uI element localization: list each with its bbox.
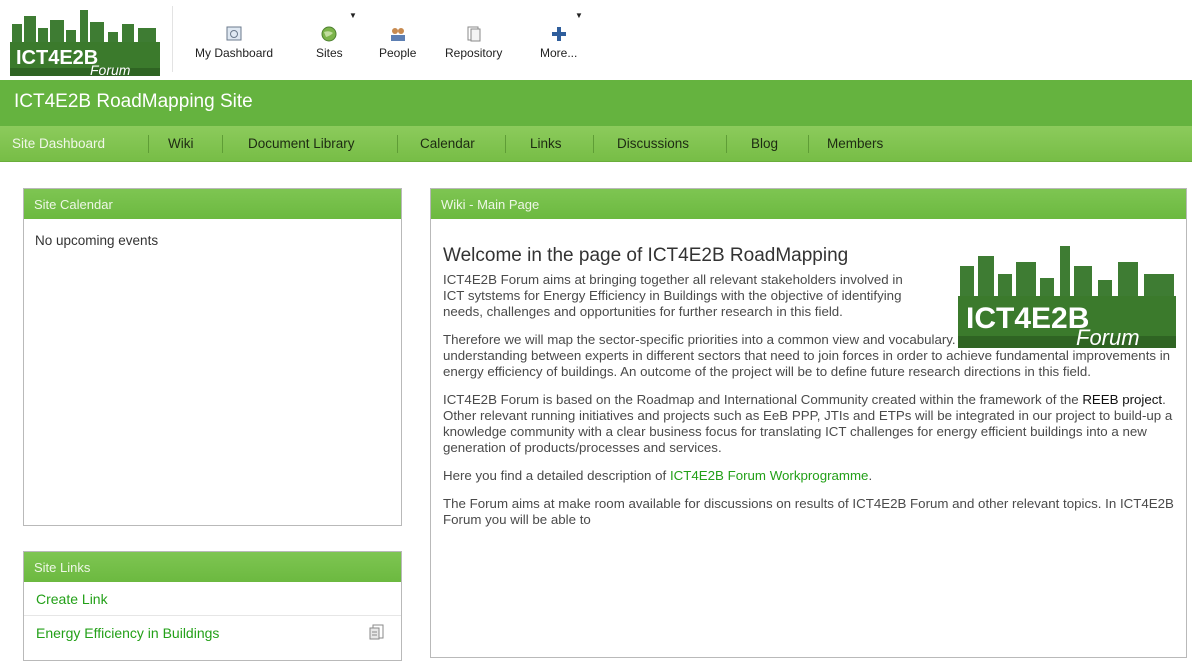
header-divider (172, 6, 173, 72)
svg-text:ICT4E2B: ICT4E2B (966, 302, 1089, 335)
create-link-button[interactable]: Create Link (24, 582, 401, 616)
nav-divider (593, 135, 594, 153)
workprogramme-link[interactable]: ICT4E2B Forum Workprogramme (670, 468, 869, 483)
wiki-dashlet: Wiki - Main Page ICT4E2B Forum Welcome i… (430, 188, 1187, 658)
forum-logo[interactable]: ICT4E2B Forum (10, 6, 160, 76)
tab-wiki[interactable]: Wiki (168, 136, 194, 151)
nav-repository[interactable]: Repository (445, 26, 502, 60)
wiki-paragraph: ICT4E2B Forum is based on the Roadmap an… (443, 392, 1173, 455)
nav-divider (397, 135, 398, 153)
nav-more[interactable]: More... (540, 26, 577, 60)
tab-calendar[interactable]: Calendar (420, 136, 475, 151)
tab-blog[interactable]: Blog (751, 136, 778, 151)
repository-icon (466, 26, 482, 42)
site-title: ICT4E2B RoadMapping Site (14, 91, 253, 112)
tab-discussions[interactable]: Discussions (617, 136, 689, 151)
site-navigation: Site Dashboard Wiki Document Library Cal… (0, 126, 1192, 162)
dashlet-title: Site Calendar (24, 189, 401, 219)
wiki-paragraph: Here you find a detailed description of … (443, 468, 873, 483)
tab-links[interactable]: Links (530, 136, 562, 151)
app-header: ICT4E2B Forum My Dashboard Sites ▼ Peopl… (0, 0, 1192, 80)
nav-divider (148, 135, 149, 153)
svg-text:Forum: Forum (1076, 325, 1140, 348)
wiki-paragraph: ICT4E2B Forum aims at bringing together … (443, 272, 903, 319)
site-title-bar: ICT4E2B RoadMapping Site (0, 80, 1192, 126)
more-dropdown-caret-icon[interactable]: ▼ (575, 11, 583, 20)
no-events-text: No upcoming events (35, 233, 159, 248)
people-icon (390, 26, 406, 42)
dashlet-title: Site Links (24, 552, 401, 582)
nav-people[interactable]: People (379, 26, 416, 60)
tab-site-dashboard[interactable]: Site Dashboard (12, 136, 105, 151)
nav-divider (505, 135, 506, 153)
tab-document-library[interactable]: Document Library (248, 136, 355, 151)
dashlet-title: Wiki - Main Page (431, 189, 1186, 219)
wiki-paragraph: The Forum aims at make room available fo… (443, 496, 1174, 527)
nav-divider (222, 135, 223, 153)
nav-divider (808, 135, 809, 153)
link-details-icon[interactable] (369, 623, 385, 644)
globe-icon (321, 26, 337, 42)
list-item[interactable]: Energy Efficiency in Buildings (24, 616, 401, 650)
tab-members[interactable]: Members (827, 136, 883, 151)
sites-dropdown-caret-icon[interactable]: ▼ (349, 11, 357, 20)
forum-logo-large: ICT4E2B Forum (958, 244, 1176, 348)
wiki-content: ICT4E2B Forum Welcome in the page of ICT… (431, 219, 1186, 528)
reeb-project-link[interactable]: REEB project (1082, 392, 1162, 407)
svg-text:Forum: Forum (90, 62, 131, 76)
nav-divider (726, 135, 727, 153)
site-calendar-dashlet: Site Calendar No upcoming events (23, 188, 402, 526)
nav-my-dashboard[interactable]: My Dashboard (195, 26, 273, 60)
svg-text:ICT4E2B: ICT4E2B (16, 47, 98, 69)
site-links-dashlet: Site Links Create Link Energy Efficiency… (23, 551, 402, 661)
plus-icon (551, 26, 567, 42)
nav-sites[interactable]: Sites (316, 26, 343, 60)
dashboard-icon (226, 26, 242, 42)
